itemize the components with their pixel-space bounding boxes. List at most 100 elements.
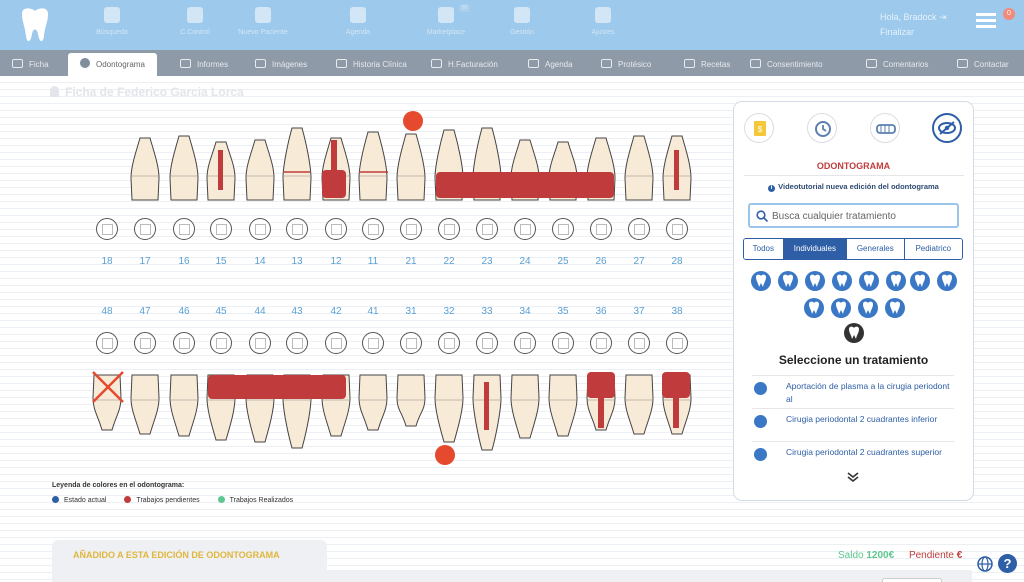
tooth-number[interactable]: 42 — [324, 306, 348, 317]
tooth-number[interactable]: 16 — [172, 256, 196, 267]
denture-button[interactable] — [870, 113, 900, 143]
tooth-number[interactable]: 25 — [551, 256, 575, 267]
search-input[interactable] — [772, 208, 952, 224]
tooth-number[interactable]: 24 — [513, 256, 537, 267]
odontogram-teeth[interactable] — [0, 100, 730, 480]
tab-historia-cl-nica[interactable]: Historia Clínica — [336, 53, 407, 76]
upper-tooth[interactable] — [358, 131, 388, 201]
video-tutorial-link[interactable]: i Videotutorial nueva edición del odontog… — [734, 182, 973, 192]
surface-circle-23[interactable] — [476, 218, 498, 240]
treatment-tooth-icon[interactable] — [804, 298, 824, 318]
midline-marker-bottom[interactable] — [435, 445, 455, 465]
tab-consentimiento[interactable]: Consentimiento — [750, 53, 823, 76]
surface-circle-46[interactable] — [173, 332, 195, 354]
upper-tooth[interactable] — [396, 133, 426, 201]
surface-circle-12[interactable] — [325, 218, 347, 240]
surface-circle-21[interactable] — [400, 218, 422, 240]
treatment-tooth-icon[interactable] — [859, 271, 879, 291]
lower-tooth[interactable] — [434, 374, 464, 443]
logo-tooth-icon[interactable] — [18, 6, 52, 44]
added-section-button[interactable] — [882, 578, 942, 582]
endo-33[interactable] — [484, 382, 489, 430]
implant-38[interactable] — [673, 396, 679, 428]
surface-circle-31[interactable] — [400, 332, 422, 354]
treatment-tooth-icon[interactable] — [885, 298, 905, 318]
tooth-number[interactable]: 35 — [551, 306, 575, 317]
surface-circle-26[interactable] — [590, 218, 612, 240]
tooth-number[interactable]: 45 — [209, 306, 233, 317]
lower-tooth[interactable] — [510, 374, 540, 439]
nav-ajustes[interactable]: Ajustes — [568, 4, 638, 36]
tooth-number[interactable]: 46 — [172, 306, 196, 317]
implant-36[interactable] — [598, 396, 604, 428]
filter-tab-generales[interactable]: Generales — [847, 239, 905, 259]
upper-tooth[interactable] — [169, 135, 199, 201]
hide-button[interactable] — [932, 113, 962, 143]
user-area[interactable]: Hola, Bradock ⇥ Finalizar — [880, 10, 947, 40]
treatment-search[interactable] — [748, 203, 959, 228]
filter-tab-todos[interactable]: Todos — [744, 239, 784, 259]
tab-recetas[interactable]: Recetas — [684, 53, 730, 76]
crown-36[interactable] — [587, 372, 615, 398]
tooth-number[interactable]: 38 — [665, 306, 689, 317]
nav-nuevo-paciente[interactable]: Nuevo Paciente — [228, 4, 298, 36]
surface-circle-14[interactable] — [249, 218, 271, 240]
tab-im-genes[interactable]: Imágenes — [255, 53, 307, 76]
tooth-number[interactable]: 43 — [285, 306, 309, 317]
tooth-number[interactable]: 27 — [627, 256, 651, 267]
treatment-tooth-icon[interactable] — [805, 271, 825, 291]
upper-tooth[interactable] — [245, 139, 275, 201]
surface-circle-34[interactable] — [514, 332, 536, 354]
tooth-number[interactable]: 47 — [133, 306, 157, 317]
tab-informes[interactable]: Informes — [180, 53, 228, 76]
treatment-tooth-icon[interactable] — [858, 298, 878, 318]
treatment-tooth-icon[interactable] — [886, 271, 906, 291]
tab-prot-sico[interactable]: Protésico — [601, 53, 651, 76]
treatment-item[interactable]: Cirugia periodontal 2 cuadrantes superio… — [752, 441, 954, 474]
midline-marker-top[interactable] — [403, 111, 423, 131]
treatment-tooth-icon[interactable] — [751, 271, 771, 291]
treatment-tooth-icon[interactable] — [844, 323, 864, 343]
help-icon[interactable]: ? — [998, 554, 1017, 573]
lower-tooth[interactable] — [358, 374, 388, 431]
surface-circle-44[interactable] — [249, 332, 271, 354]
surface-circle-18[interactable] — [96, 218, 118, 240]
surface-circle-15[interactable] — [210, 218, 232, 240]
tooth-number[interactable]: 21 — [399, 256, 423, 267]
lower-tooth[interactable] — [396, 374, 426, 427]
tooth-number[interactable]: 18 — [95, 256, 119, 267]
treatment-tooth-icon[interactable] — [831, 298, 851, 318]
tooth-number[interactable]: 14 — [248, 256, 272, 267]
surface-circle-16[interactable] — [173, 218, 195, 240]
surface-circle-25[interactable] — [552, 218, 574, 240]
surface-circle-47[interactable] — [134, 332, 156, 354]
crown-12[interactable] — [322, 170, 346, 198]
tooth-number[interactable]: 22 — [437, 256, 461, 267]
globe-icon[interactable] — [977, 556, 993, 572]
treatment-tooth-icon[interactable] — [832, 271, 852, 291]
treatment-tooth-icon[interactable] — [910, 271, 930, 291]
tab-ficha[interactable]: Ficha — [12, 53, 49, 76]
tooth-number[interactable]: 34 — [513, 306, 537, 317]
surface-circle-32[interactable] — [438, 332, 460, 354]
crown-38[interactable] — [662, 372, 690, 398]
added-section-tab[interactable]: AÑADIDO A ESTA EDICIÓN DE ODONTOGRAMA — [52, 540, 327, 570]
upper-tooth[interactable] — [282, 127, 312, 201]
tooth-number[interactable]: 26 — [589, 256, 613, 267]
tooth-number[interactable]: 36 — [589, 306, 613, 317]
nav-marketplace[interactable]: Marketplace 99 — [411, 4, 481, 36]
tooth-number[interactable]: 33 — [475, 306, 499, 317]
upper-tooth[interactable] — [624, 135, 654, 201]
tooth-number[interactable]: 12 — [324, 256, 348, 267]
tooth-number[interactable]: 48 — [95, 306, 119, 317]
surface-circle-33[interactable] — [476, 332, 498, 354]
logout-icon[interactable]: ⇥ — [939, 12, 947, 22]
chevron-down-icon[interactable] — [846, 472, 860, 482]
surface-circle-48[interactable] — [96, 332, 118, 354]
surface-circle-37[interactable] — [628, 332, 650, 354]
endo-27[interactable] — [674, 150, 679, 190]
filter-tab-pediatrico[interactable]: Pediatrico — [904, 239, 962, 259]
tooth-number[interactable]: 28 — [665, 256, 689, 267]
surface-circle-41[interactable] — [362, 332, 384, 354]
tab-h-facturaci-n[interactable]: H.Facturación — [431, 53, 498, 76]
